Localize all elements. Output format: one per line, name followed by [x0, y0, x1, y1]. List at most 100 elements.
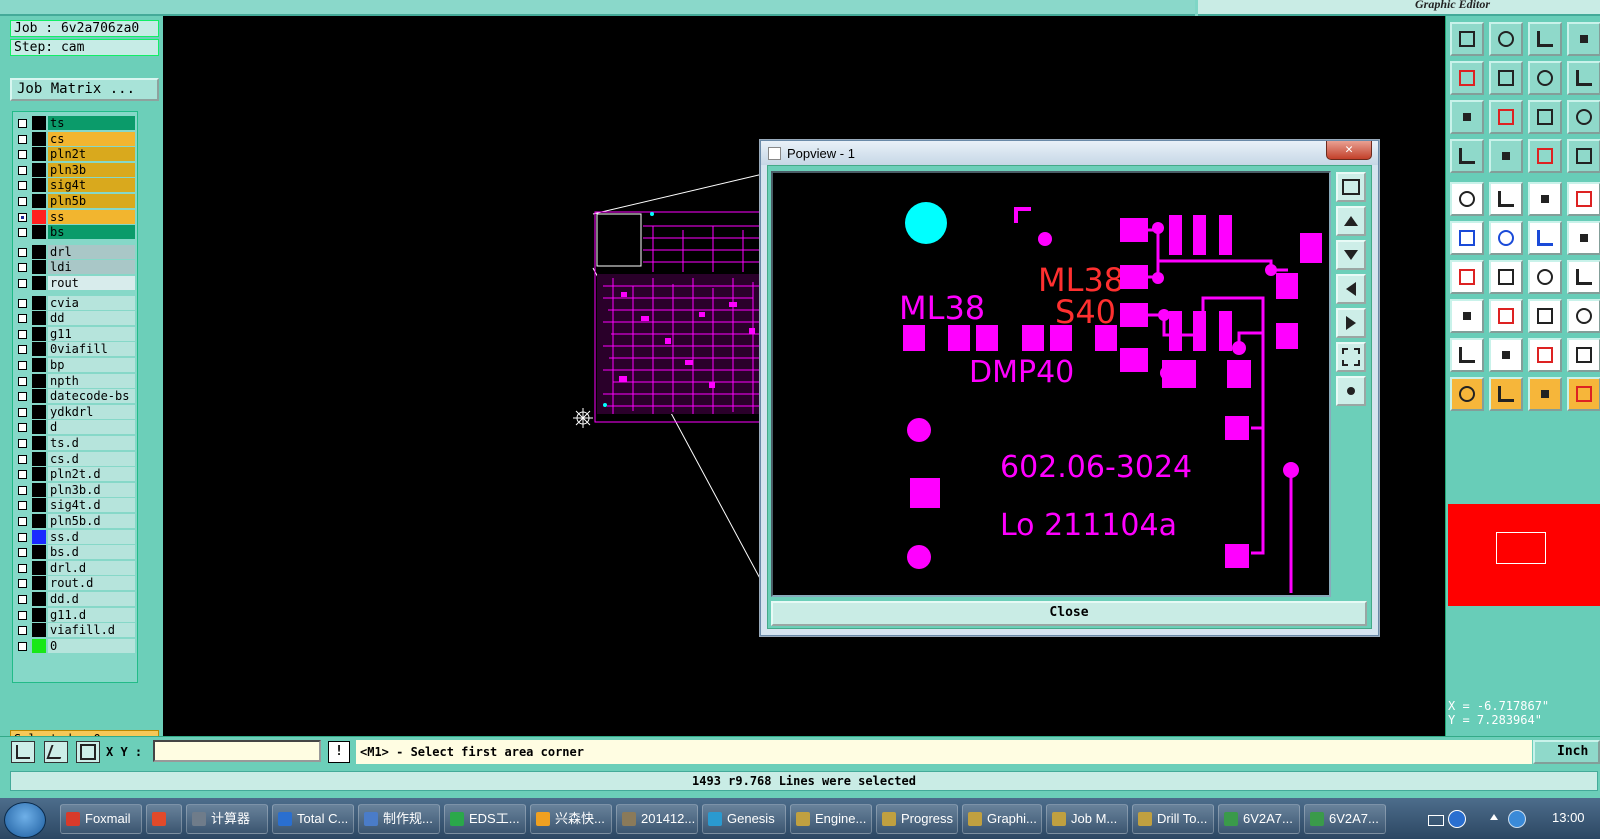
layer-row-sig4t[interactable]: sig4t — [13, 177, 137, 193]
taskbar-item[interactable]: 制作规... — [358, 804, 440, 834]
taskbar-item[interactable] — [146, 804, 182, 834]
layer-row-ts-d[interactable]: ts.d — [13, 435, 137, 451]
layer-checkbox[interactable] — [18, 247, 27, 257]
tool-net-highlight-2-button[interactable] — [1567, 139, 1600, 173]
popview-titlebar[interactable]: Popview - 1 ✕ — [761, 141, 1378, 165]
layer-row-npth[interactable]: npth — [13, 373, 137, 389]
tool-top-layer-button[interactable] — [1450, 22, 1484, 56]
pop-center-button[interactable] — [1336, 376, 1366, 406]
layer-color-swatch[interactable] — [32, 592, 46, 606]
layer-color-swatch[interactable] — [32, 545, 46, 560]
snap-mode-button[interactable] — [11, 741, 35, 763]
layer-row-pln5b-d[interactable]: pln5b.d — [13, 513, 137, 529]
layer-color-swatch[interactable] — [32, 311, 46, 326]
layer-color-swatch[interactable] — [32, 420, 46, 435]
layer-color-swatch[interactable] — [32, 529, 46, 544]
start-button[interactable] — [4, 802, 46, 838]
tool-cut-button[interactable] — [1450, 182, 1484, 216]
layer-checkbox[interactable] — [18, 641, 27, 651]
tool-route-button[interactable] — [1567, 377, 1600, 411]
help-icon[interactable] — [1448, 810, 1466, 828]
tool-angle-button[interactable] — [1450, 260, 1484, 294]
layer-color-swatch[interactable] — [32, 131, 46, 146]
exclaim-button[interactable]: ! — [328, 741, 350, 763]
layer-color-swatch[interactable] — [32, 467, 46, 482]
tool-pattern-button[interactable] — [1567, 260, 1600, 294]
layer-checkbox[interactable] — [18, 532, 27, 542]
layer-color-swatch[interactable] — [32, 162, 46, 177]
layer-checkbox[interactable] — [18, 361, 27, 370]
tool-pin-button[interactable] — [1489, 139, 1523, 173]
layer-color-swatch[interactable] — [32, 260, 46, 275]
layer-row-viafill-d[interactable]: viafill.d — [13, 622, 137, 638]
tool-drag-button[interactable] — [1489, 182, 1523, 216]
tool-brush-button[interactable] — [1450, 139, 1484, 173]
tool-cursor-button[interactable] — [1450, 377, 1484, 411]
popview-close-x-button[interactable]: ✕ — [1326, 141, 1372, 160]
layer-color-swatch[interactable] — [32, 436, 46, 450]
layer-checkbox[interactable] — [18, 454, 27, 464]
layer-color-swatch[interactable] — [32, 209, 46, 224]
tool-select-button[interactable] — [1489, 377, 1523, 411]
layer-checkbox[interactable] — [18, 134, 27, 144]
layer-checkbox[interactable] — [18, 517, 27, 526]
layer-checkbox[interactable] — [18, 197, 27, 206]
layer-checkbox[interactable] — [18, 181, 27, 191]
layer-row-dd-d[interactable]: dd.d — [13, 591, 137, 607]
tool-zoom-grid-button[interactable] — [1567, 22, 1600, 56]
layer-color-swatch[interactable] — [32, 638, 46, 653]
layer-checkbox[interactable] — [18, 579, 27, 589]
layer-checkbox[interactable] — [18, 563, 27, 573]
tool-connect-button[interactable] — [1450, 221, 1484, 255]
pop-zoom-in-button[interactable] — [1336, 172, 1366, 202]
layer-checkbox[interactable] — [18, 392, 27, 402]
tool-ruler-button[interactable] — [1528, 182, 1562, 216]
taskbar-item[interactable]: 兴森快... — [530, 804, 612, 834]
layer-row-pln2t[interactable]: pln2t — [13, 146, 137, 162]
layer-row-drl-d[interactable]: drl.d — [13, 560, 137, 576]
layer-row-cs-d[interactable]: cs.d — [13, 451, 137, 467]
layer-color-swatch[interactable] — [32, 623, 46, 638]
taskbar-item[interactable]: Foxmail — [60, 804, 142, 834]
layer-checkbox[interactable] — [18, 626, 27, 636]
tool-swap-button[interactable] — [1528, 61, 1562, 95]
taskbar-item[interactable]: Progress — [876, 804, 958, 834]
layer-checkbox[interactable] — [18, 329, 27, 339]
overview-viewport[interactable] — [1496, 532, 1546, 564]
layer-color-swatch[interactable] — [32, 404, 46, 419]
layer-color-swatch[interactable] — [32, 560, 46, 575]
layer-row-dd[interactable]: dd — [13, 310, 137, 326]
tool-help-button[interactable] — [1567, 100, 1600, 134]
layer-checkbox[interactable] — [18, 212, 27, 222]
tool-line-button[interactable] — [1489, 260, 1523, 294]
layer-color-swatch[interactable] — [32, 295, 46, 310]
taskbar-item[interactable]: 6V2A7... — [1218, 804, 1300, 834]
layer-color-swatch[interactable] — [32, 389, 46, 404]
layer-checkbox[interactable] — [18, 150, 27, 160]
layer-row-drl[interactable]: drl — [13, 244, 137, 260]
network-icon[interactable] — [1508, 810, 1526, 828]
layer-checkbox[interactable] — [18, 279, 27, 288]
taskbar-item[interactable]: 6V2A7... — [1304, 804, 1386, 834]
layer-checkbox[interactable] — [18, 298, 27, 308]
tool-dot-button[interactable] — [1567, 182, 1600, 216]
tool-center-button[interactable] — [1489, 100, 1523, 134]
tool-shapes-button[interactable] — [1567, 299, 1600, 333]
layer-row-ts[interactable]: ts — [13, 115, 137, 131]
layer-checkbox[interactable] — [18, 610, 27, 620]
layer-color-swatch[interactable] — [32, 607, 46, 622]
taskbar-item[interactable]: Genesis — [702, 804, 786, 834]
tool-home-button[interactable] — [1528, 22, 1562, 56]
unit-selector[interactable]: Inch — [1533, 740, 1600, 764]
layer-row-pln3b[interactable]: pln3b — [13, 162, 137, 178]
taskbar-item[interactable]: 201412... — [616, 804, 698, 834]
layer-row-bs[interactable]: bs — [13, 224, 137, 240]
layer-row-ss[interactable]: ss — [13, 209, 137, 225]
layer-checkbox[interactable] — [18, 548, 27, 558]
pop-pan-left-button[interactable] — [1336, 274, 1366, 304]
job-matrix-button[interactable]: Job Matrix ... — [10, 78, 159, 101]
tray-arrow-icon[interactable] — [1490, 814, 1498, 820]
pop-pan-down-button[interactable] — [1336, 240, 1366, 270]
layer-row-datecode-bs[interactable]: datecode-bs — [13, 388, 137, 404]
layer-color-swatch[interactable] — [32, 194, 46, 208]
